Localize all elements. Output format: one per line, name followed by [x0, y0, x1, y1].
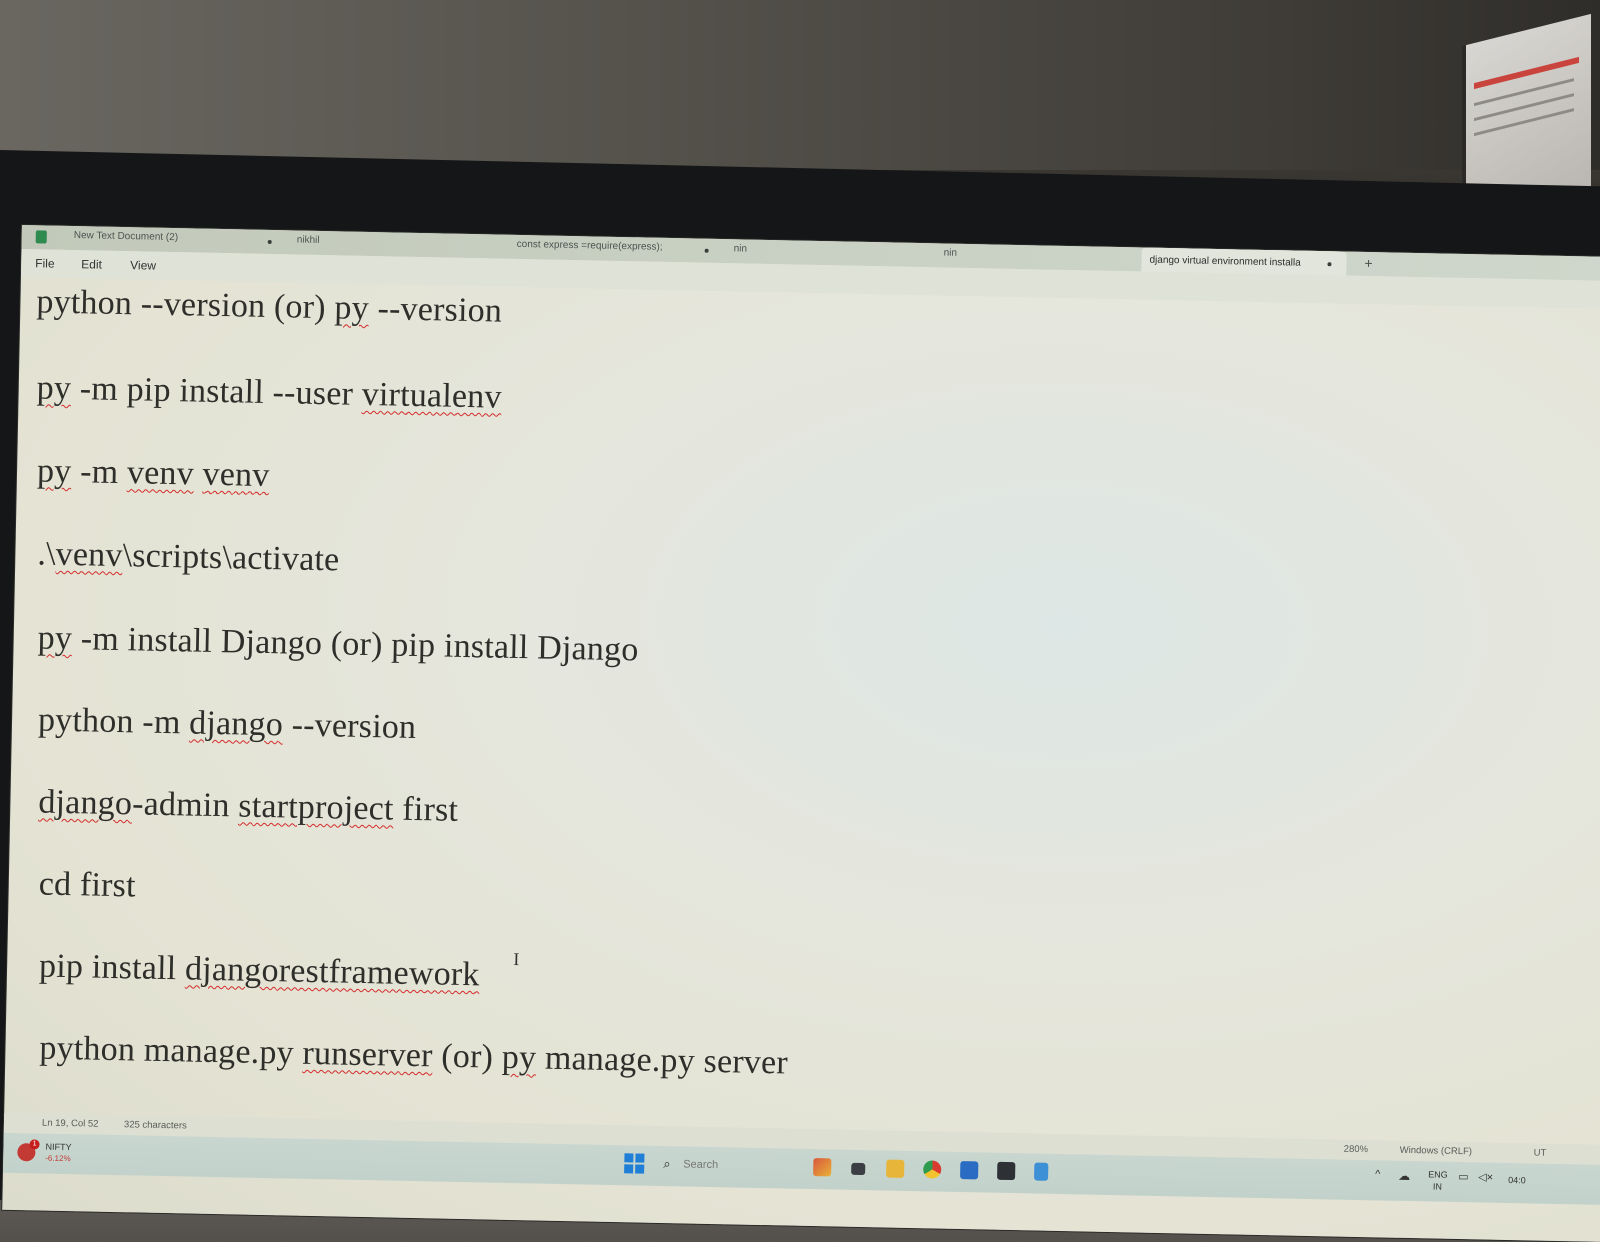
- language-indicator[interactable]: ENG: [1428, 1169, 1448, 1179]
- tab-label: django virtual environment installa: [1149, 254, 1301, 269]
- line-ending[interactable]: Windows (CRLF): [1400, 1145, 1473, 1157]
- file-explorer-icon[interactable]: [851, 1162, 866, 1176]
- line-text: python -m: [37, 701, 190, 742]
- start-button-icon[interactable]: [624, 1153, 645, 1174]
- misspelled-word: venv: [126, 454, 195, 493]
- notepad-window: New Text Document (2) nikhil const expre…: [2, 225, 1600, 1242]
- network-icon[interactable]: ▭: [1458, 1170, 1469, 1183]
- unsaved-dot-icon: [1327, 262, 1332, 267]
- line-text: first: [393, 790, 459, 829]
- misspelled-word: django: [38, 783, 133, 823]
- folder-icon[interactable]: [886, 1159, 905, 1178]
- editor-line: python manage.py runserver (or) py manag…: [39, 1030, 788, 1083]
- line-text: pip install: [38, 947, 186, 988]
- background-wall: [0, 0, 1600, 170]
- notification-badge: 1: [29, 1139, 40, 1150]
- widget-name[interactable]: NIFTY: [45, 1142, 71, 1153]
- misspelled-word: py: [501, 1038, 537, 1077]
- line-text: -admin: [131, 785, 239, 825]
- misspelled-word: venv: [202, 455, 270, 495]
- misspelled-word: venv: [55, 535, 124, 575]
- unsaved-dot-icon: [267, 239, 272, 245]
- zoom-level[interactable]: 280%: [1344, 1144, 1369, 1155]
- search-placeholder: Search: [683, 1158, 719, 1172]
- widgets-icon[interactable]: [813, 1158, 832, 1177]
- tab-new-text-document[interactable]: New Text Document (2): [74, 230, 178, 243]
- cursor-position: Ln 19, Col 52: [41, 1117, 99, 1130]
- editor-line: django-admin startproject first: [38, 783, 458, 829]
- terminal-icon[interactable]: [997, 1161, 1016, 1181]
- widget-value: -6.12%: [45, 1153, 71, 1164]
- editor-line: py -m venv venv: [37, 452, 270, 495]
- misspelled-word: py: [36, 452, 72, 491]
- editor-line: pip install djangorestframework: [39, 947, 480, 994]
- tab-nin[interactable]: nin: [734, 243, 748, 254]
- editor-line: python -m django --version: [38, 701, 417, 747]
- encoding[interactable]: UT: [1534, 1148, 1547, 1159]
- menu-file[interactable]: File: [35, 256, 55, 270]
- misspelled-word: py: [334, 289, 370, 327]
- line-text: python manage.py: [39, 1029, 303, 1072]
- misspelled-word: py: [37, 619, 73, 658]
- line-text: python --version (or): [36, 283, 335, 327]
- search-icon: ⌕: [663, 1156, 671, 1172]
- taskbar-search[interactable]: ⌕ Search: [659, 1154, 809, 1179]
- tab-nin-2[interactable]: nin: [944, 248, 958, 259]
- character-count: 325 characters: [123, 1119, 187, 1132]
- editor-line: python --version (or) py --version: [36, 283, 502, 330]
- new-tab-button[interactable]: +: [1364, 255, 1373, 271]
- editor-line: .\venv\scripts\activate: [37, 535, 340, 579]
- line-text: --version: [368, 289, 503, 330]
- ibeam-cursor-icon: I: [513, 949, 520, 970]
- line-text: -m: [71, 453, 128, 492]
- misspelled-word: py: [36, 369, 72, 408]
- line-text: cd first: [38, 865, 137, 905]
- region-indicator[interactable]: IN: [1433, 1182, 1442, 1192]
- store-icon[interactable]: [960, 1161, 979, 1180]
- misspelled-word: django: [188, 704, 284, 744]
- tab-nikhil[interactable]: nikhil: [297, 235, 320, 246]
- line-text: .\: [37, 535, 57, 573]
- misspelled-word: runserver: [302, 1034, 434, 1075]
- text-editor[interactable]: I python --version (or) py --version py -…: [4, 277, 1600, 1139]
- editor-line: cd first: [38, 865, 136, 905]
- line-text: -m install Django (or) pip install Djang…: [71, 620, 639, 669]
- notepad-app-icon: [35, 230, 47, 244]
- menu-edit[interactable]: Edit: [81, 257, 102, 271]
- line-text: (or): [432, 1037, 503, 1076]
- cloud-offline-icon[interactable]: ☁: [1398, 1169, 1410, 1183]
- editor-line: py -m pip install --user virtualenv: [36, 369, 502, 416]
- chevron-up-icon[interactable]: ^: [1375, 1168, 1380, 1180]
- menu-view[interactable]: View: [130, 258, 156, 273]
- clock-time[interactable]: 04:0: [1508, 1175, 1526, 1185]
- misspelled-word: virtualenv: [361, 375, 502, 416]
- line-text: manage.py server: [535, 1039, 789, 1082]
- notepad-icon[interactable]: [1034, 1162, 1049, 1181]
- unsaved-dot-icon: [704, 248, 709, 253]
- line-text: --version: [282, 706, 417, 747]
- line-text: \scripts\activate: [122, 537, 340, 579]
- line-text: -m pip install --user: [70, 370, 363, 413]
- tab-const-express[interactable]: const express =require(express);: [517, 239, 663, 253]
- misspelled-word: djangorestframework: [184, 950, 480, 994]
- editor-line: py -m install Django (or) pip install Dj…: [37, 619, 639, 669]
- misspelled-word: startproject: [237, 787, 395, 828]
- chrome-icon[interactable]: [923, 1160, 942, 1179]
- volume-muted-icon[interactable]: ◁×: [1478, 1170, 1493, 1183]
